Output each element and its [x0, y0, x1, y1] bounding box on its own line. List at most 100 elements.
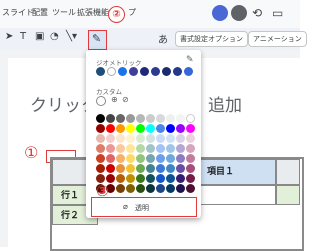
color-swatch[interactable]: [146, 164, 155, 173]
transparent-button[interactable]: ⌀ 透明: [91, 197, 197, 217]
color-swatch[interactable]: [186, 114, 195, 123]
color-swatch[interactable]: [106, 134, 115, 143]
color-swatch[interactable]: [166, 154, 175, 163]
color-swatch[interactable]: [96, 164, 105, 173]
color-swatch[interactable]: [176, 184, 185, 193]
color-swatch[interactable]: [176, 154, 185, 163]
color-swatch[interactable]: [176, 174, 185, 183]
comment-icon[interactable]: ▭: [272, 6, 283, 20]
color-swatch[interactable]: [136, 174, 145, 183]
animation-button[interactable]: アニメーション: [248, 31, 307, 47]
text-box-icon[interactable]: T: [20, 31, 26, 42]
color-swatch[interactable]: [156, 114, 165, 123]
avatar-icon[interactable]: [212, 5, 228, 21]
theme-color-swatch[interactable]: [96, 67, 105, 76]
color-swatch[interactable]: [96, 134, 105, 143]
color-swatch[interactable]: [146, 114, 155, 123]
color-swatch[interactable]: [166, 114, 175, 123]
history-icon[interactable]: ⟲: [252, 6, 262, 20]
color-swatch[interactable]: [116, 144, 125, 153]
color-swatch[interactable]: [156, 144, 165, 153]
theme-color-swatch[interactable]: [118, 67, 127, 76]
color-swatch[interactable]: [116, 164, 125, 173]
color-swatch[interactable]: [136, 144, 145, 153]
color-swatch[interactable]: [126, 114, 135, 123]
color-swatch[interactable]: [106, 154, 115, 163]
color-swatch[interactable]: [116, 134, 125, 143]
color-swatch[interactable]: [146, 154, 155, 163]
color-swatch[interactable]: [186, 134, 195, 143]
color-swatch[interactable]: [166, 184, 175, 193]
color-swatch[interactable]: [136, 164, 145, 173]
color-swatch[interactable]: [136, 154, 145, 163]
plus-icon[interactable]: ⊕: [111, 95, 118, 104]
theme-color-swatch[interactable]: [107, 67, 116, 76]
theme-color-swatch[interactable]: [184, 67, 193, 76]
color-swatch[interactable]: [156, 164, 165, 173]
color-swatch[interactable]: [106, 144, 115, 153]
color-swatch[interactable]: [186, 154, 195, 163]
add-person-icon[interactable]: [231, 5, 247, 21]
format-options-button[interactable]: 書式設定オプション: [175, 31, 248, 47]
color-swatch[interactable]: [146, 144, 155, 153]
theme-color-swatch[interactable]: [129, 67, 138, 76]
color-swatch[interactable]: [96, 144, 105, 153]
color-swatch[interactable]: [116, 184, 125, 193]
theme-color-swatch[interactable]: [162, 67, 171, 76]
menu-tools[interactable]: ツール: [52, 7, 76, 18]
color-swatch[interactable]: [146, 174, 155, 183]
pen-button[interactable]: ✎: [88, 30, 107, 50]
table-header-cell[interactable]: 項目１: [198, 159, 276, 185]
color-swatch[interactable]: [176, 134, 185, 143]
color-swatch[interactable]: [186, 124, 195, 133]
color-swatch[interactable]: [116, 124, 125, 133]
color-swatch[interactable]: [176, 114, 185, 123]
color-swatch[interactable]: [136, 124, 145, 133]
text-style-dropdown[interactable]: あ: [158, 31, 168, 46]
menu-arrange[interactable]: 配置: [32, 7, 48, 18]
color-swatch[interactable]: [126, 124, 135, 133]
color-swatch[interactable]: [116, 174, 125, 183]
custom-color-swatch[interactable]: [96, 96, 106, 106]
color-swatch[interactable]: [156, 124, 165, 133]
color-swatch[interactable]: [186, 184, 195, 193]
color-swatch[interactable]: [166, 164, 175, 173]
eyedropper-icon[interactable]: ⊘: [122, 95, 129, 104]
menu-help[interactable]: プ: [128, 7, 136, 18]
pen-icon-edit[interactable]: ✎: [186, 55, 194, 65]
color-swatch[interactable]: [156, 154, 165, 163]
color-swatch[interactable]: [146, 124, 155, 133]
color-swatch[interactable]: [166, 124, 175, 133]
color-swatch[interactable]: [116, 114, 125, 123]
theme-color-swatch[interactable]: [173, 67, 182, 76]
color-swatch[interactable]: [176, 164, 185, 173]
color-swatch[interactable]: [96, 154, 105, 163]
color-swatch[interactable]: [106, 164, 115, 173]
color-swatch[interactable]: [156, 184, 165, 193]
color-swatch[interactable]: [106, 114, 115, 123]
color-swatch[interactable]: [126, 134, 135, 143]
color-swatch[interactable]: [126, 164, 135, 173]
color-swatch[interactable]: [106, 124, 115, 133]
color-swatch[interactable]: [146, 134, 155, 143]
color-swatch[interactable]: [156, 174, 165, 183]
line-icon[interactable]: ╲▾: [66, 31, 77, 42]
pointer-icon[interactable]: ➤: [5, 31, 13, 42]
color-swatch[interactable]: [126, 184, 135, 193]
color-swatch[interactable]: [126, 174, 135, 183]
table-cell[interactable]: [198, 185, 276, 205]
color-swatch[interactable]: [176, 124, 185, 133]
table-cell[interactable]: [276, 185, 300, 205]
theme-color-swatch[interactable]: [151, 67, 160, 76]
color-swatch[interactable]: [166, 144, 175, 153]
slide-title-placeholder-end[interactable]: 追加: [208, 91, 242, 116]
theme-color-swatch[interactable]: [140, 67, 149, 76]
color-swatch[interactable]: [166, 134, 175, 143]
color-swatch[interactable]: [116, 154, 125, 163]
color-swatch[interactable]: [126, 144, 135, 153]
color-swatch[interactable]: [166, 174, 175, 183]
shape-icon[interactable]: ◔: [50, 31, 59, 42]
color-swatch[interactable]: [136, 184, 145, 193]
color-swatch[interactable]: [176, 144, 185, 153]
table-cell[interactable]: [276, 159, 300, 185]
